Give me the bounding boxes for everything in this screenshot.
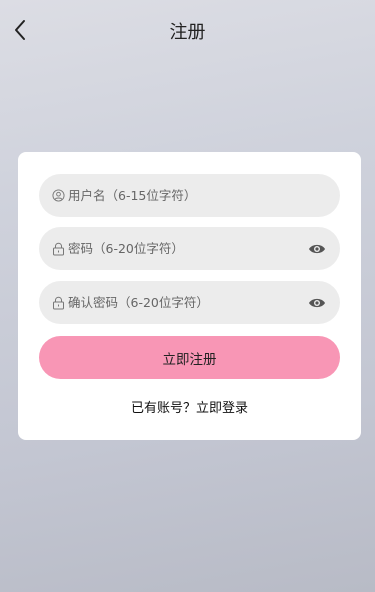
confirm-password-input[interactable] xyxy=(68,295,288,310)
username-field[interactable] xyxy=(39,174,340,217)
password-visibility-toggle[interactable] xyxy=(308,240,326,258)
lock-icon xyxy=(51,296,65,310)
user-circle-icon xyxy=(51,189,65,203)
register-button[interactable]: 立即注册 xyxy=(39,336,340,379)
eye-icon xyxy=(309,298,325,308)
register-card: 立即注册 已有账号？立即登录 xyxy=(18,152,361,440)
page-title: 注册 xyxy=(169,22,206,43)
login-link[interactable]: 已有账号？立即登录 xyxy=(18,397,361,416)
confirm-password-field[interactable] xyxy=(39,281,340,324)
username-input[interactable] xyxy=(68,188,288,203)
password-field[interactable] xyxy=(39,227,340,270)
lock-icon xyxy=(51,242,65,256)
confirm-password-visibility-toggle[interactable] xyxy=(308,294,326,312)
password-input[interactable] xyxy=(68,241,288,256)
top-bar: 注册 xyxy=(0,0,375,60)
eye-icon xyxy=(309,244,325,254)
